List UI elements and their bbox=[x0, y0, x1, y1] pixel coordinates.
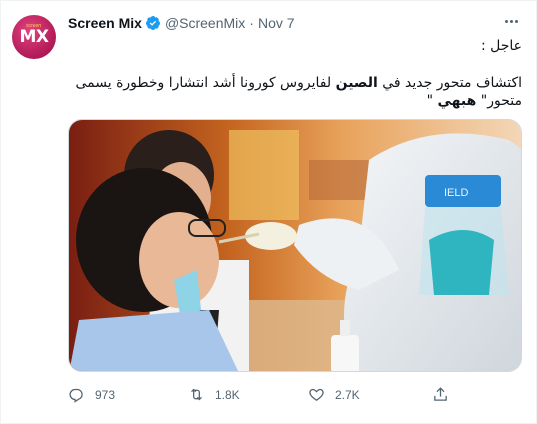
face-shield-label: IELD bbox=[444, 187, 469, 199]
text-segment: اكتشاف متحور جديد في bbox=[377, 75, 522, 91]
text-bold-segment: هبهي bbox=[437, 93, 477, 109]
like-button[interactable]: 2.7K bbox=[308, 386, 360, 403]
covid-test-photo: IELD bbox=[69, 120, 521, 371]
more-options-icon[interactable] bbox=[500, 13, 522, 29]
retweet-count: 1.8K bbox=[215, 387, 240, 402]
retweet-icon bbox=[191, 388, 202, 401]
share-button[interactable] bbox=[432, 386, 449, 403]
tweet-photo[interactable]: IELD bbox=[68, 119, 522, 372]
author-handle[interactable]: @ScreenMix bbox=[165, 15, 245, 31]
heart-icon bbox=[309, 388, 324, 401]
author-name[interactable]: Screen Mix bbox=[68, 15, 142, 31]
text-bold-segment: الصين bbox=[335, 75, 378, 91]
tweet-actions: 973 1.8K 2.7K bbox=[68, 386, 522, 406]
reply-button[interactable]: 973 bbox=[68, 386, 115, 403]
tweet-date[interactable]: Nov 7 bbox=[258, 15, 295, 31]
tweet-card[interactable]: screen MX Screen Mix @ScreenMix · Nov 7 … bbox=[0, 0, 537, 424]
avatar-tagline: screen bbox=[26, 23, 42, 29]
tweet-text-line2: اكتشاف متحور جديد في الصين لفايروس كورون… bbox=[67, 74, 522, 110]
avatar[interactable]: screen MX bbox=[12, 15, 56, 59]
avatar-logo-text: MX bbox=[19, 27, 49, 47]
tweet-header: Screen Mix @ScreenMix · Nov 7 bbox=[68, 15, 295, 31]
reply-icon bbox=[69, 388, 83, 403]
separator: · bbox=[249, 15, 254, 31]
verified-badge-icon bbox=[145, 16, 160, 30]
share-icon bbox=[434, 387, 447, 401]
reply-count: 973 bbox=[95, 387, 116, 402]
like-count: 2.7K bbox=[335, 387, 360, 402]
tweet-text-line1: عاجل : bbox=[480, 38, 522, 54]
text-segment: " bbox=[426, 93, 438, 109]
retweet-button[interactable]: 1.8K bbox=[188, 386, 240, 403]
